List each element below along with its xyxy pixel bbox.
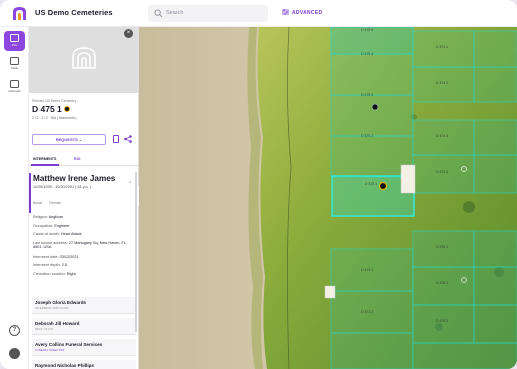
panel-scrollbar[interactable] xyxy=(135,172,137,332)
plot-label: D 476 2 xyxy=(436,281,449,285)
plot-label: D 474 1 xyxy=(436,45,449,49)
plot-status-icon xyxy=(63,106,70,112)
list-item[interactable]: Avery Collins Funeral Services FUNERAL D… xyxy=(32,339,136,356)
field-last-address: Last known address: 27 Mahogany Sq, New … xyxy=(33,241,127,250)
search-icon xyxy=(154,9,163,18)
tab-roi[interactable]: ROI xyxy=(74,157,80,161)
search-placeholder: Search xyxy=(166,10,184,16)
person-dates: 11/29/1939 - 10/30/2001 ( 61 y.o. ) xyxy=(33,185,91,189)
plot-label: D 474 4 xyxy=(436,170,449,174)
nav-item-label: Calendar xyxy=(8,89,21,93)
map-icon xyxy=(10,34,19,42)
panel-tabs: INTERMENTS ROI xyxy=(29,154,138,166)
plot-label: D 473 1 xyxy=(361,268,374,272)
plot-label: D 473 2 xyxy=(361,310,374,314)
close-panel-button[interactable]: × xyxy=(124,29,133,38)
app-window: US Demo Cemeteries Search ADVANCED Plot xyxy=(0,0,517,369)
document-icon[interactable] xyxy=(113,135,119,143)
search-input[interactable]: Search xyxy=(148,5,268,22)
share-icon[interactable] xyxy=(124,135,132,143)
app-title: US Demo Cemeteries xyxy=(35,8,113,17)
plot-label-selected: D 475 1 xyxy=(365,182,378,186)
calendar-icon xyxy=(10,80,19,88)
plot-label: D 476 3 xyxy=(436,319,449,323)
plot-label: D 475 4 xyxy=(361,52,374,56)
plot-label: D 476 1 xyxy=(436,245,449,249)
field-interment-date: Interment date: 03/12/2021 xyxy=(33,254,79,259)
image-placeholder-icon xyxy=(72,47,96,69)
plot-meta: 2 / 2 · 2 / 2 · N/A ( Monument ) xyxy=(32,116,77,120)
list-item[interactable]: Joseph Gloria Edwards INTERMENT APPLICAN… xyxy=(32,297,136,314)
plot-photo: × xyxy=(29,27,138,93)
selected-plot-marker-icon[interactable] xyxy=(378,181,388,191)
table-icon xyxy=(10,57,19,65)
related-people-list: Joseph Gloria Edwards INTERMENT APPLICAN… xyxy=(32,297,136,369)
active-tab-indicator xyxy=(31,164,59,166)
advanced-label: ADVANCED xyxy=(292,10,323,16)
plot-label: D 475 3 xyxy=(361,93,374,97)
monument-icon xyxy=(400,164,416,194)
plot-label: D 475 2 xyxy=(361,134,374,138)
requests-button[interactable]: REQUESTS ⌄ xyxy=(32,134,106,145)
logo-icon[interactable] xyxy=(12,6,27,21)
help-icon[interactable]: ? xyxy=(9,325,20,336)
field-occupation: Occupation: Engineer xyxy=(33,223,70,228)
plot-label: D 475 5 xyxy=(361,28,374,32)
cemetery-name: Primary US Demo Cemetery xyxy=(32,99,77,103)
field-interment-depth: Interment depth: 2.5 xyxy=(33,263,67,268)
aerial-map[interactable] xyxy=(139,27,517,369)
nav-item-label: Table xyxy=(10,66,19,70)
monument-icon xyxy=(324,285,336,299)
field-cause-of-death: Cause of death: Heart Attack xyxy=(33,232,82,237)
tab-interments[interactable]: INTERMENTS xyxy=(33,157,56,161)
plot-id-text: D 475 1 xyxy=(32,104,62,114)
person-name[interactable]: Matthew Irene James xyxy=(33,174,115,183)
chevron-up-icon[interactable]: ⌃ xyxy=(128,181,132,187)
plot-marker-icon[interactable] xyxy=(371,103,379,111)
list-item[interactable]: Deborah Jill Howard NEXT OF KIN xyxy=(32,318,136,335)
top-bar: US Demo Cemeteries Search ADVANCED xyxy=(0,0,517,27)
person-fields: Religion: Anglican Occupation: Engineer … xyxy=(33,215,137,281)
left-nav: Plot Table Calendar ? xyxy=(0,27,29,369)
user-avatar[interactable] xyxy=(9,348,20,359)
filter-icon xyxy=(282,9,289,15)
nav-item-table[interactable]: Table xyxy=(4,54,25,74)
plot-detail-panel: × Primary US Demo Cemetery D 475 1 2 / 2… xyxy=(29,27,139,369)
plot-id: D 475 1 xyxy=(32,104,70,114)
burial-tag: Burial xyxy=(33,201,43,205)
gender-tag: Female xyxy=(49,201,62,205)
requests-label: REQUESTS xyxy=(55,137,78,142)
nav-item-plot[interactable]: Plot xyxy=(4,31,25,51)
plot-label: D 474 2 xyxy=(436,81,449,85)
nav-item-label: Plot xyxy=(11,43,18,47)
list-item[interactable]: Raymond Nicholas Phillips xyxy=(32,360,136,369)
nav-item-calendar[interactable]: Calendar xyxy=(4,77,25,97)
plot-label: D 474 3 xyxy=(436,134,449,138)
field-cremation-location: Cremation location: Right xyxy=(33,272,76,277)
person-tags: Burial Female xyxy=(33,201,67,205)
advanced-search-button[interactable]: ADVANCED xyxy=(282,9,322,16)
field-religion: Religion: Anglican xyxy=(33,215,64,219)
cemetery-map[interactable]: D 475 5 D 475 4 D 475 3 D 475 2 D 475 1 … xyxy=(139,27,517,369)
chevron-down-icon: ⌄ xyxy=(78,137,83,142)
